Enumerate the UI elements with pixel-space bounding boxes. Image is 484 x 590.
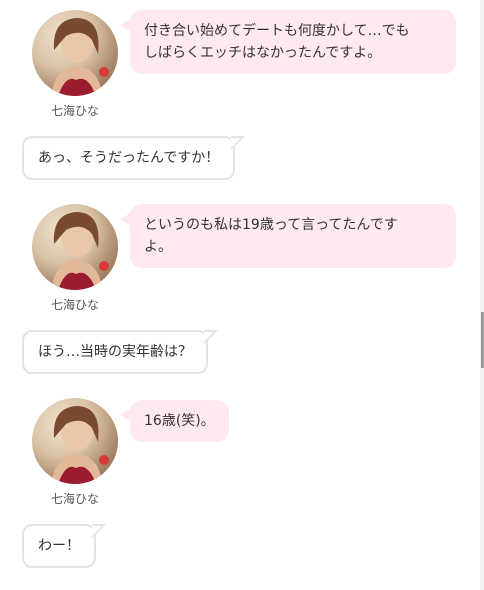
message-text-line: というのも私は19歳って言ってたんです — [144, 217, 398, 233]
speaker-bubble: 16歳(笑)。 — [120, 400, 229, 442]
message-text: わー！ — [38, 538, 80, 554]
interviewer-bubble: あっ、そうだったんですか！ — [22, 136, 246, 180]
avatar-image-icon — [52, 18, 109, 96]
avatar[interactable] — [32, 204, 118, 290]
message-text-line: 16歳(笑)。 — [144, 413, 215, 429]
avatar-image-icon — [52, 406, 109, 484]
scrollbar[interactable] — [480, 0, 484, 590]
avatar-image-icon — [52, 212, 109, 290]
message-text-line: 付き合い始めてデートも何度かして…でも — [144, 23, 410, 39]
speaker-profile: 七海ひな — [32, 204, 118, 313]
avatar[interactable] — [32, 10, 118, 96]
message-text-line: よ。 — [144, 239, 172, 255]
message-text-line: しばらくエッチはなかったんですよ。 — [144, 45, 382, 61]
speaker-name: 七海ひな — [50, 492, 99, 506]
message-text: ほう…当時の実年齢は？ — [38, 344, 192, 360]
interviewer-bubble: わー！ — [22, 524, 106, 568]
speaker-bubble: 付き合い始めてデートも何度かして…でも しばらくエッチはなかったんですよ。 — [120, 10, 456, 74]
speaker-bubble: というのも私は19歳って言ってたんです よ。 — [120, 204, 456, 268]
speaker-name: 七海ひな — [50, 298, 99, 312]
speaker-name: 七海ひな — [50, 104, 99, 118]
speaker-profile: 七海ひな — [32, 398, 118, 507]
avatar[interactable] — [32, 398, 118, 484]
speaker-profile: 七海ひな — [32, 10, 118, 119]
message-text: あっ、そうだったんですか！ — [38, 150, 220, 166]
interviewer-bubble: ほう…当時の実年齢は？ — [22, 330, 218, 374]
